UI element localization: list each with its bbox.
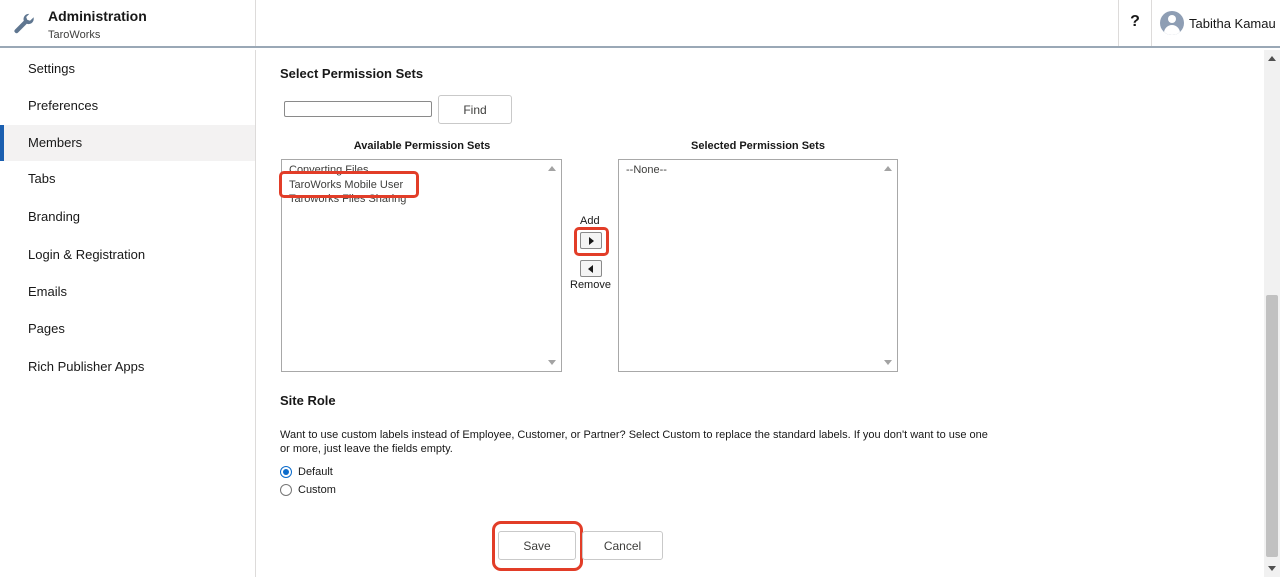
scroll-down-icon bbox=[1268, 566, 1276, 571]
scrollbar-thumb[interactable] bbox=[1266, 295, 1278, 557]
scroll-up-icon bbox=[1268, 56, 1276, 61]
add-button[interactable] bbox=[580, 232, 602, 249]
add-label: Add bbox=[580, 215, 600, 227]
radio-button[interactable] bbox=[280, 466, 292, 478]
permission-sets-heading: Select Permission Sets bbox=[280, 66, 424, 81]
user-menu[interactable]: Tabitha Kamau bbox=[1160, 11, 1276, 35]
radio-custom[interactable]: Custom bbox=[280, 484, 336, 496]
highlight-box bbox=[279, 171, 419, 198]
find-button[interactable]: Find bbox=[438, 95, 512, 124]
selected-permission-sets-list[interactable]: --None-- bbox=[618, 159, 898, 372]
scroll-up-icon bbox=[884, 166, 892, 171]
sidebar-item-tabs[interactable]: Tabs bbox=[0, 161, 255, 197]
radio-label: Default bbox=[298, 466, 333, 478]
top-header: Administration TaroWorks ? Tabitha Kamau bbox=[0, 0, 1280, 48]
sidebar-item-pages[interactable]: Pages bbox=[0, 311, 255, 347]
radio-default[interactable]: Default bbox=[280, 466, 333, 478]
site-role-heading: Site Role bbox=[280, 393, 336, 408]
list-item[interactable]: --None-- bbox=[626, 164, 667, 176]
sidebar-item-settings[interactable]: Settings bbox=[0, 51, 255, 87]
scroll-up-icon bbox=[548, 166, 556, 171]
permission-search-input[interactable] bbox=[284, 101, 432, 117]
sidebar-item-members[interactable]: Members bbox=[0, 125, 255, 161]
radio-label: Custom bbox=[298, 484, 336, 496]
wrench-icon bbox=[14, 13, 34, 34]
radio-button[interactable] bbox=[280, 484, 292, 496]
sidebar: Settings Preferences Members Tabs Brandi… bbox=[0, 50, 256, 577]
available-permission-sets-label: Available Permission Sets bbox=[353, 140, 491, 152]
page-scrollbar[interactable] bbox=[1264, 50, 1280, 577]
main-content: Select Permission Sets Find Available Pe… bbox=[256, 50, 1264, 577]
arrow-right-icon bbox=[589, 237, 594, 245]
listbox-scrollbar[interactable] bbox=[881, 160, 897, 371]
help-button[interactable]: ? bbox=[1118, 0, 1152, 46]
sidebar-item-login-registration[interactable]: Login & Registration bbox=[0, 237, 255, 273]
user-name: Tabitha Kamau bbox=[1189, 15, 1276, 31]
scroll-down-icon bbox=[884, 360, 892, 365]
selected-permission-sets-label: Selected Permission Sets bbox=[691, 140, 825, 152]
help-icon: ? bbox=[1130, 13, 1140, 30]
app-subtitle: TaroWorks bbox=[48, 29, 101, 41]
sidebar-item-preferences[interactable]: Preferences bbox=[0, 88, 255, 124]
app-title: Administration bbox=[48, 8, 147, 24]
remove-button[interactable] bbox=[580, 260, 602, 277]
site-role-description: Want to use custom labels instead of Emp… bbox=[280, 429, 988, 455]
listbox-scrollbar[interactable] bbox=[545, 160, 561, 371]
remove-label: Remove bbox=[570, 279, 611, 291]
avatar bbox=[1160, 11, 1184, 35]
sidebar-item-branding[interactable]: Branding bbox=[0, 199, 255, 235]
cancel-button[interactable]: Cancel bbox=[582, 531, 663, 560]
sidebar-item-emails[interactable]: Emails bbox=[0, 274, 255, 310]
arrow-left-icon bbox=[588, 265, 593, 273]
scroll-down-icon bbox=[548, 360, 556, 365]
save-button[interactable]: Save bbox=[498, 531, 576, 560]
sidebar-item-rich-publisher-apps[interactable]: Rich Publisher Apps bbox=[0, 349, 255, 385]
app-brand: Administration TaroWorks bbox=[0, 0, 256, 46]
